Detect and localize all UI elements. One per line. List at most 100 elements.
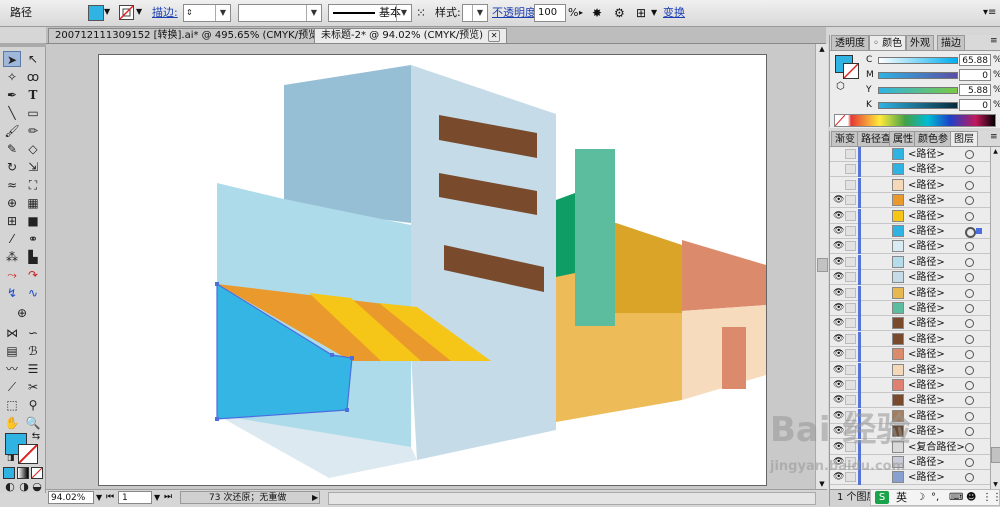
pencil-tool-icon[interactable]: ✏	[24, 123, 42, 139]
horizontal-scrollbar[interactable]	[328, 492, 903, 507]
target-circle-icon[interactable]	[965, 180, 974, 190]
recolor-icon[interactable]: ✸	[592, 4, 602, 22]
target-circle-icon[interactable]	[965, 150, 974, 159]
type-tool-icon[interactable]: T	[24, 87, 42, 103]
status-menu-icon[interactable]: ▶	[312, 490, 318, 505]
measure-tool-icon[interactable]: ⚲	[24, 397, 42, 413]
visibility-eye-icon[interactable]: 👁	[833, 241, 844, 251]
brush-select[interactable]: 基本 ▼	[328, 4, 412, 22]
visibility-eye-icon[interactable]	[833, 149, 844, 159]
target-circle-icon[interactable]	[965, 442, 974, 452]
black-slider[interactable]: K 0 %	[866, 99, 1000, 112]
shape-builder-tool-icon[interactable]: ⊕	[3, 195, 21, 211]
cube-icon[interactable]: ⬡	[836, 81, 845, 92]
visibility-eye-icon[interactable]	[833, 164, 844, 174]
vertical-scroll-thumb[interactable]	[817, 258, 828, 272]
stroke-weight-field[interactable]: ⇕ ▼	[183, 4, 231, 22]
panel-grip[interactable]	[0, 43, 46, 47]
layer-row[interactable]: <路径>	[830, 162, 991, 178]
visibility-eye-icon[interactable]: 👁	[833, 380, 844, 390]
tab-attributes[interactable]: 属性	[889, 131, 917, 146]
warp-tool-icon[interactable]: ≈	[3, 177, 21, 193]
black-value[interactable]: 0	[959, 99, 991, 111]
selection-tool-icon[interactable]: ➤	[3, 51, 21, 67]
lock-toggle[interactable]	[845, 303, 856, 313]
layer-row[interactable]: 👁 <路径>	[830, 301, 991, 316]
chevron-down-icon[interactable]: ▼	[154, 490, 160, 505]
lasso-tool-icon[interactable]: ꝏ	[24, 69, 42, 85]
layer-row[interactable]: 👁 <路径>	[830, 347, 991, 363]
rectangle-tool-icon[interactable]: ▭	[24, 105, 42, 121]
lock-toggle[interactable]	[845, 164, 856, 175]
pen-tool-icon[interactable]: ✒	[3, 87, 21, 103]
layer-row[interactable]: <路径>	[830, 147, 991, 162]
direct-selection-tool-icon[interactable]: ↖	[24, 51, 42, 67]
target-circle-icon[interactable]	[965, 411, 974, 421]
free-transform-tool-icon[interactable]: ⛶	[24, 177, 42, 193]
tab-document-2[interactable]: 未标题-2* @ 94.02% (CMYK/预览) ✕	[314, 28, 508, 43]
magic-wand-tool-icon[interactable]: ✧	[3, 69, 21, 85]
stroke-label-link[interactable]: 描边:	[152, 4, 178, 22]
default-colors-icon[interactable]: ◨	[2, 450, 20, 466]
target-circle-icon[interactable]	[965, 381, 974, 390]
black-track[interactable]	[878, 102, 958, 109]
lock-toggle[interactable]	[845, 195, 856, 206]
tab-layers[interactable]: 图层	[950, 131, 978, 146]
blend-tool-icon[interactable]: ⚭	[24, 231, 42, 247]
lock-toggle[interactable]	[845, 318, 856, 329]
tab-gradient[interactable]: 渐变	[831, 131, 859, 146]
tab-stroke[interactable]: 描边	[937, 35, 965, 50]
bar-graph-icon[interactable]: ☰	[24, 361, 42, 377]
target-circle-icon[interactable]	[965, 473, 974, 483]
layer-row[interactable]: 👁 <路径>	[830, 224, 991, 239]
last-page-icon[interactable]: ⏭	[164, 490, 172, 505]
visibility-eye-icon[interactable]: 👁	[833, 365, 844, 375]
ime-toolbar[interactable]: S 英 ☽ °, ⌨ ☻ ⋮⋮	[870, 489, 1000, 506]
perspective-grid-tool-icon[interactable]: ▦	[24, 195, 42, 211]
crop-tool-icon[interactable]: ⬚	[3, 397, 21, 413]
lock-toggle[interactable]	[845, 364, 856, 375]
gear-icon[interactable]: ⚙	[614, 4, 625, 22]
graph-style-icon[interactable]: ⁙	[416, 4, 426, 22]
transform-link[interactable]: 变换	[663, 4, 685, 22]
opacity-menu-chevron[interactable]: ▸	[579, 4, 583, 22]
curvature-tool-icon[interactable]: ↷	[24, 267, 42, 283]
tab-transparency[interactable]: 透明度	[831, 35, 869, 50]
visibility-eye-icon[interactable]: 👁	[833, 334, 844, 344]
join-tool-icon[interactable]: ∿	[24, 285, 42, 301]
visibility-eye-icon[interactable]: 👁	[833, 226, 844, 236]
visibility-eye-icon[interactable]: 👁	[833, 211, 844, 221]
target-circle-icon[interactable]	[965, 242, 974, 252]
panel-menu-icon[interactable]: ▾≡	[983, 4, 996, 22]
lock-toggle[interactable]	[845, 349, 856, 360]
first-page-icon[interactable]: ⏮	[106, 490, 114, 505]
stroke-color-swatch[interactable]: ▼	[119, 4, 145, 22]
blob-brush-tool-icon[interactable]: ✎	[3, 141, 21, 157]
cyan-value[interactable]: 65.88	[959, 54, 991, 66]
layer-row[interactable]: 👁 <路径>	[830, 316, 991, 332]
eraser-tool-icon[interactable]: ◇	[24, 141, 42, 157]
lock-toggle[interactable]	[845, 149, 856, 159]
mesh-tool-icon[interactable]: ⊞	[3, 213, 21, 229]
lock-toggle[interactable]	[845, 287, 856, 298]
visibility-eye-icon[interactable]: 👁	[833, 349, 844, 359]
status-info[interactable]: 73 次还原；无重做	[180, 491, 320, 504]
lock-toggle[interactable]	[845, 380, 856, 390]
layer-row[interactable]: 👁 <路径>	[830, 270, 991, 286]
scroll-up-icon[interactable]: ▲	[817, 44, 827, 54]
swap-fill-stroke-icon[interactable]: ⇆	[27, 429, 45, 445]
lock-toggle[interactable]	[845, 272, 856, 283]
scale-tool-icon[interactable]: ⇲	[24, 159, 42, 175]
eyedropper-tool-icon[interactable]: ⁄	[3, 231, 21, 247]
tab-appearance[interactable]: 外观	[906, 35, 934, 50]
stepper-icon[interactable]: ⇕	[186, 5, 193, 21]
panel-stroke-swatch[interactable]	[843, 63, 859, 79]
ime-keyboard-icon[interactable]: ⌨	[949, 490, 963, 505]
table-tool-icon[interactable]: ▤	[3, 343, 21, 359]
ime-language[interactable]: 英	[896, 490, 907, 505]
chevron-down-icon[interactable]: ▼	[472, 5, 487, 21]
hand-tool-icon[interactable]: ✋	[3, 415, 21, 431]
visibility-eye-icon[interactable]: 👁	[833, 303, 844, 313]
chevron-down-icon[interactable]: ▼	[215, 5, 230, 21]
scroll-up-icon[interactable]: ▲	[991, 147, 1000, 156]
